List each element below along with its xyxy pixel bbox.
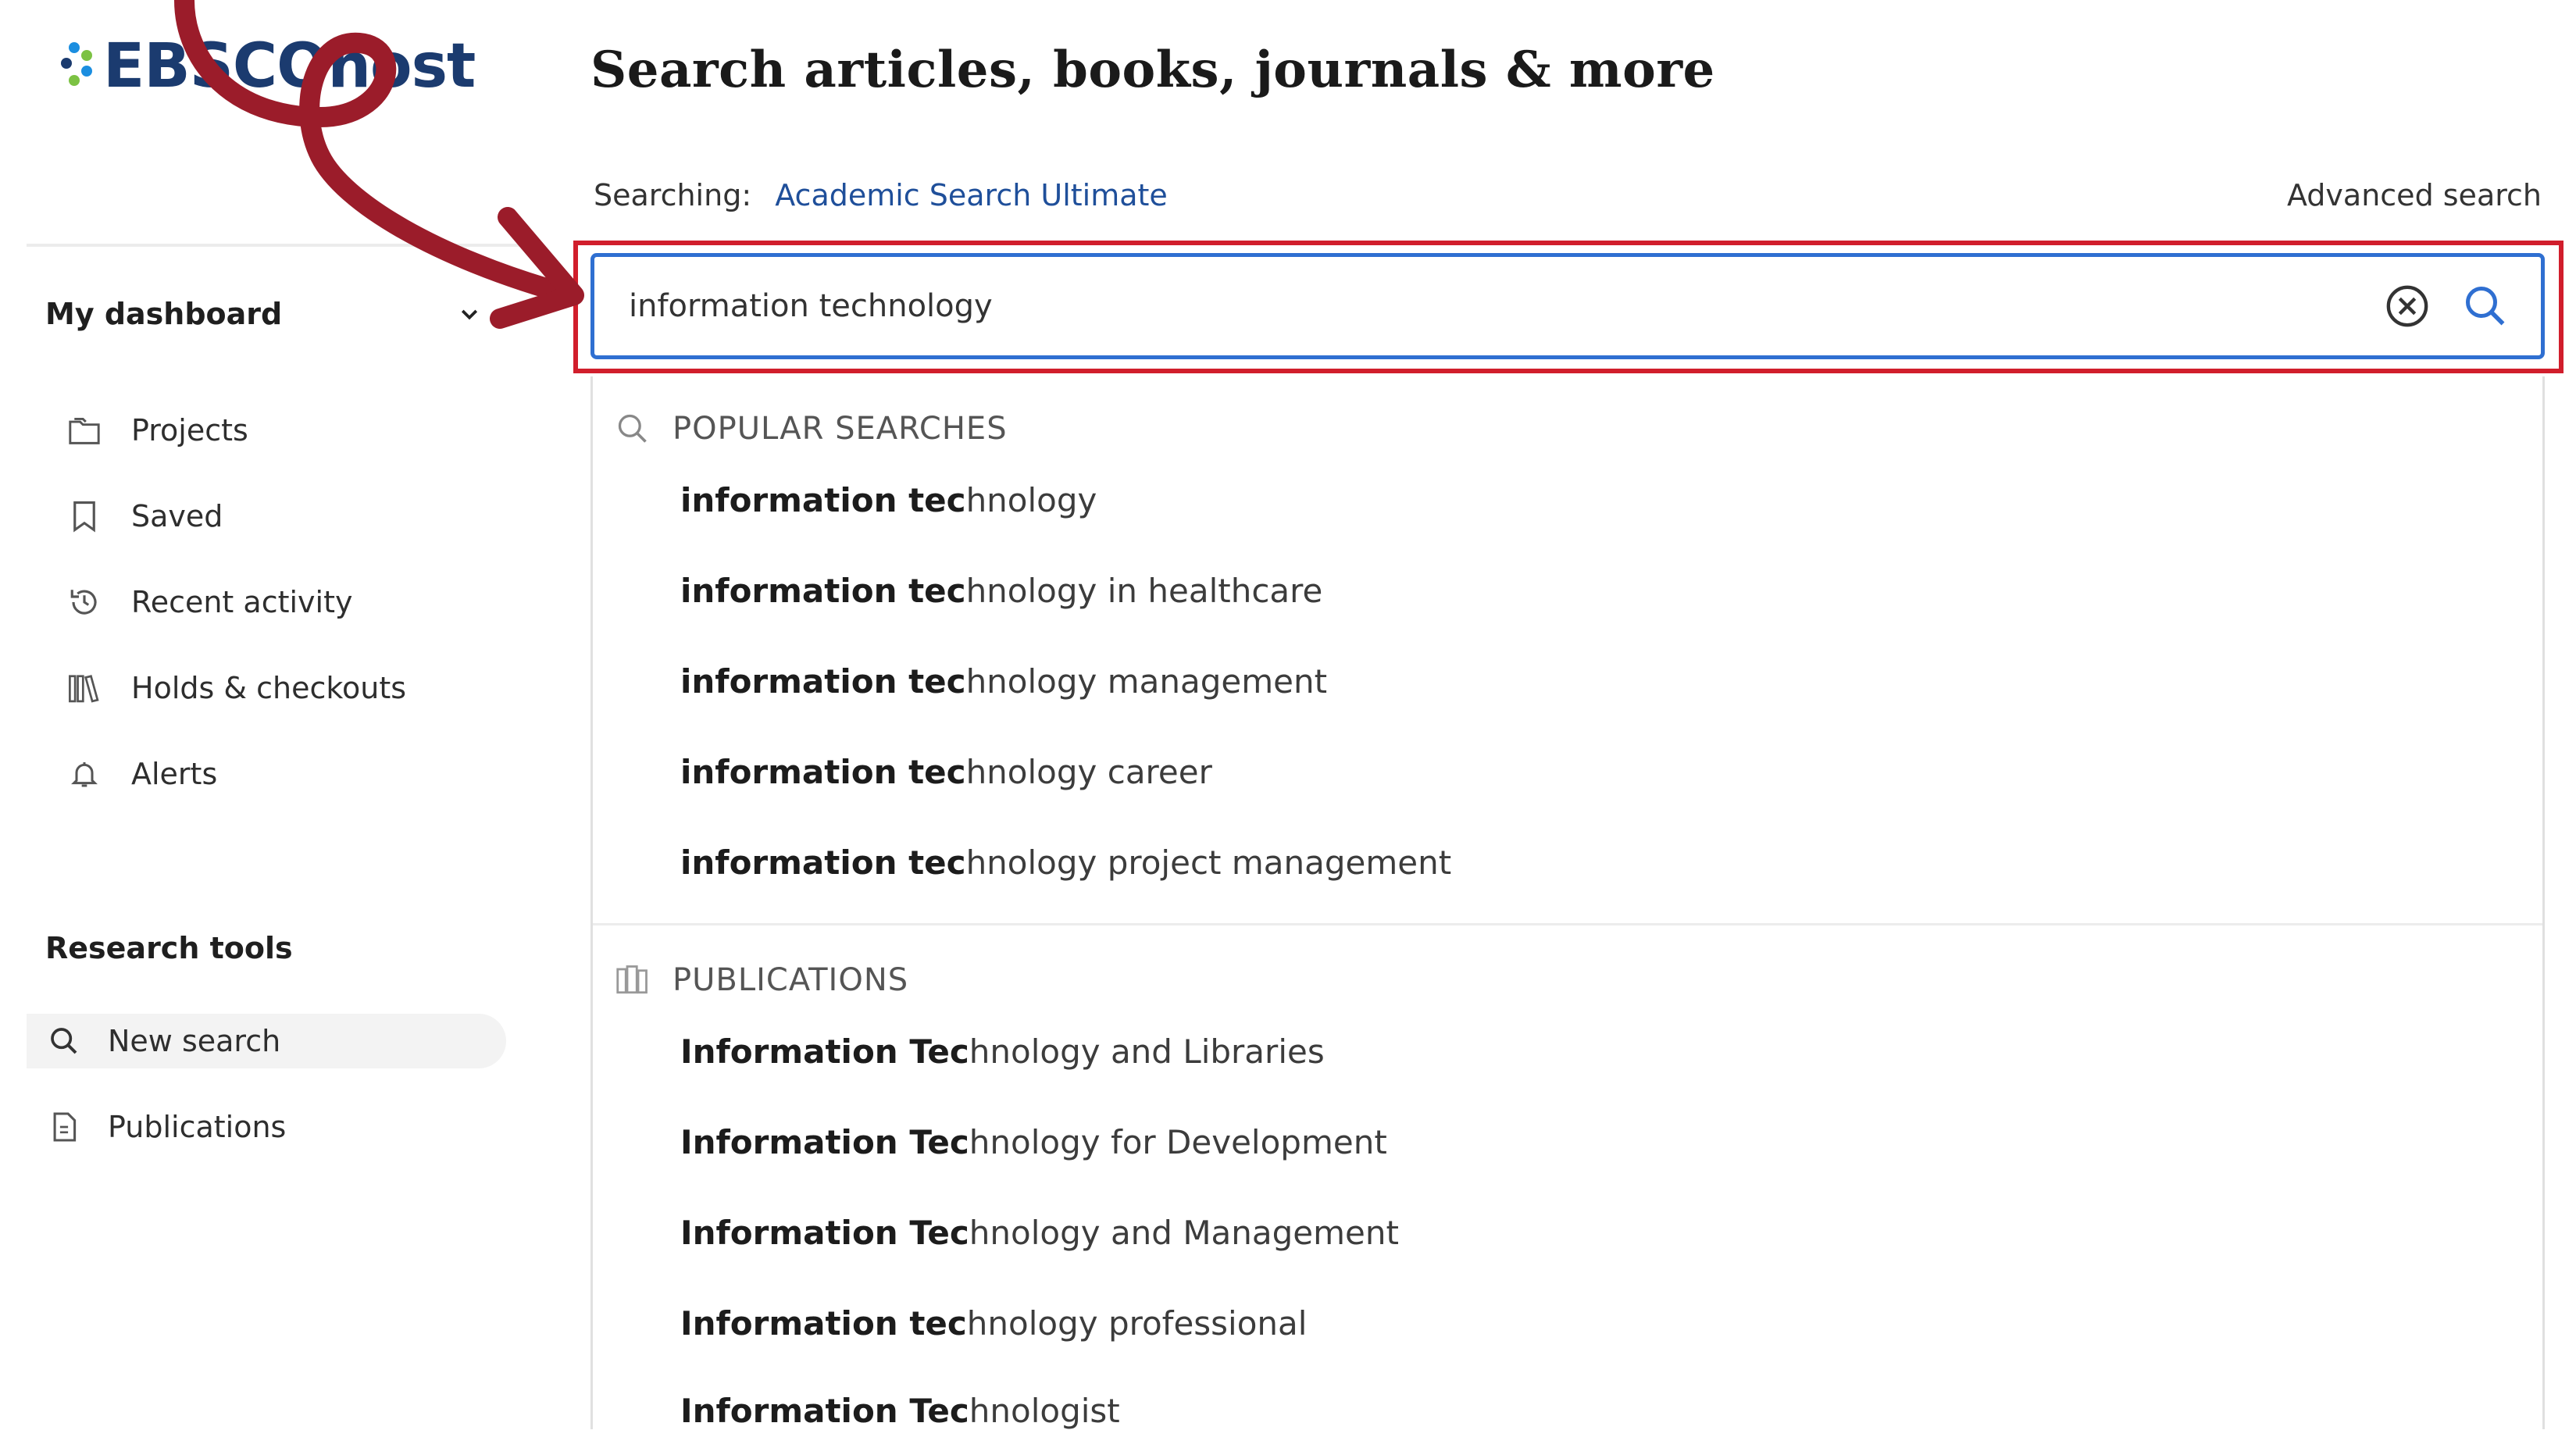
suggestion-match: Information Tec	[680, 1392, 969, 1430]
advanced-search-link[interactable]: Advanced search	[2287, 178, 2542, 212]
sidebar-item-label: Publications	[108, 1110, 287, 1144]
suggestion-item[interactable]: information technology	[680, 481, 1097, 519]
bell-icon	[66, 755, 103, 793]
sidebar-item-projects[interactable]: Projects	[66, 403, 248, 458]
suggestion-rest: hnology in healthcare	[965, 572, 1323, 610]
ebscohost-logo[interactable]: EBSCOhost	[58, 31, 476, 102]
suggestion-rest: hnology management	[965, 662, 1328, 701]
suggestion-rest: hnology and Libraries	[969, 1032, 1325, 1071]
clear-search-button[interactable]	[2380, 279, 2435, 333]
page-title: Search articles, books, journals & more	[590, 41, 1715, 99]
sidebar-divider	[27, 244, 526, 247]
sidebar-item-recent-activity[interactable]: Recent activity	[66, 575, 352, 629]
suggestion-rest: hnology project management	[965, 843, 1452, 882]
search-icon	[2466, 287, 2505, 326]
group-label: POPULAR SEARCHES	[673, 411, 1008, 447]
searching-label: Searching:	[594, 178, 752, 212]
sidebar-item-new-search[interactable]: New search	[27, 1014, 506, 1068]
close-circle-icon	[2386, 285, 2428, 327]
suggestion-match: information tec	[680, 843, 966, 882]
searching-indicator: Searching: Academic Search Ultimate	[594, 178, 1168, 212]
sidebar-item-label: Alerts	[131, 757, 218, 791]
search-submit-button[interactable]	[2458, 279, 2513, 333]
suggestion-match: Information Tec	[680, 1032, 969, 1071]
group-label: PUBLICATIONS	[673, 962, 909, 998]
suggestion-item[interactable]: information technology in healthcare	[680, 572, 1322, 610]
sidebar-item-saved[interactable]: Saved	[66, 489, 223, 544]
suggestion-item[interactable]: information technology career	[680, 753, 1212, 791]
group-divider	[593, 923, 2542, 925]
publication-item[interactable]: Information Technology for Development	[680, 1123, 1387, 1161]
publication-item[interactable]: Information Technology and Management	[680, 1214, 1399, 1252]
sidebar-item-publications[interactable]: Publications	[45, 1100, 286, 1154]
suggestion-match: Information tec	[680, 1304, 967, 1343]
sidebar-item-label: Recent activity	[131, 585, 353, 619]
bookmark-icon	[66, 497, 103, 535]
publication-item[interactable]: Information Technology and Libraries	[680, 1032, 1325, 1071]
publication-item[interactable]: Information Technologist	[680, 1392, 1120, 1430]
search-icon	[45, 1022, 83, 1060]
search-icon	[613, 409, 652, 448]
suggestion-rest: hnology professional	[966, 1304, 1308, 1343]
suggestion-item[interactable]: information technology project managemen…	[680, 843, 1451, 882]
history-icon	[66, 583, 103, 621]
suggestion-rest: hnology	[965, 481, 1097, 519]
document-icon	[45, 1108, 83, 1146]
sidebar-item-holds-checkouts[interactable]: Holds & checkouts	[66, 661, 406, 715]
suggestion-rest: hnology for Development	[969, 1123, 1387, 1161]
autocomplete-dropdown: POPULAR SEARCHES information technology …	[590, 376, 2545, 1430]
suggestion-rest: hnologist	[969, 1392, 1120, 1430]
dashboard-heading[interactable]: My dashboard	[45, 297, 282, 331]
projects-icon	[66, 412, 103, 449]
search-input[interactable]	[594, 256, 2380, 356]
suggestion-item[interactable]: information technology management	[680, 662, 1327, 701]
sidebar-item-label: Projects	[131, 413, 248, 448]
publication-item[interactable]: Information technology professional	[680, 1304, 1307, 1343]
publications-icon	[613, 961, 652, 1000]
logo-mark	[58, 39, 98, 94]
suggestion-rest: hnology and Management	[969, 1214, 1399, 1252]
chevron-down-icon[interactable]	[458, 303, 481, 326]
suggestion-match: information tec	[680, 662, 966, 701]
sidebar-item-alerts[interactable]: Alerts	[66, 747, 217, 801]
books-icon	[66, 669, 103, 707]
database-link[interactable]: Academic Search Ultimate	[775, 178, 1168, 212]
popular-searches-heading: POPULAR SEARCHES	[613, 409, 1008, 448]
sidebar-item-label: Saved	[131, 499, 223, 533]
sidebar-item-label: New search	[108, 1024, 281, 1058]
suggestion-match: information tec	[680, 753, 966, 791]
suggestion-match: information tec	[680, 481, 966, 519]
search-box[interactable]	[590, 253, 2545, 359]
sidebar-item-label: Holds & checkouts	[131, 671, 407, 705]
suggestion-match: information tec	[680, 572, 966, 610]
publications-heading: PUBLICATIONS	[613, 961, 908, 1000]
logo-text: EBSCOhost	[103, 31, 476, 102]
suggestion-rest: hnology career	[965, 753, 1212, 791]
suggestion-match: Information Tec	[680, 1214, 969, 1252]
research-tools-heading: Research tools	[45, 931, 293, 965]
suggestion-match: Information Tec	[680, 1123, 969, 1161]
